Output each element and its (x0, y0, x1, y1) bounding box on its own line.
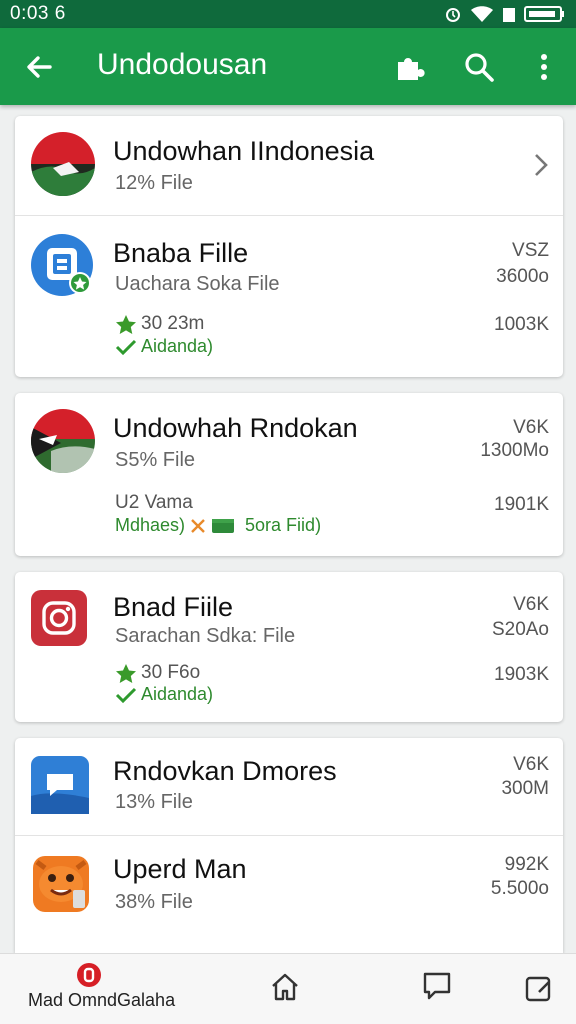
item-status: Mdhaes) 5ora Fiid) (115, 515, 322, 535)
item-name: Undowhan IIndonesia (113, 136, 375, 166)
item-status: Aidanda) (115, 684, 213, 705)
edit-box-icon[interactable] (523, 972, 555, 1004)
list-item[interactable]: Rndovkan Dmores 13% File V6K 300M (15, 738, 563, 835)
home-icon[interactable] (269, 971, 301, 1003)
item-subtitle: 38% File (115, 891, 193, 913)
item-size: 3600o (496, 266, 549, 287)
item-size: 5.500o (490, 878, 549, 899)
item-subtitle: 12% File (115, 172, 193, 194)
list-item[interactable]: Bnaba Fille Uachara Soka File VSZ 3600o … (15, 215, 563, 377)
item-meta-top: VSZ (512, 240, 549, 261)
item-meta-top: V6K (513, 594, 549, 615)
card-3[interactable]: Bnad Fiile Sarachan Sdka: File V6K S20Ao… (15, 572, 563, 722)
chat-icon (31, 756, 89, 814)
bottom-nav: Mad OmndGalaha (0, 953, 576, 1024)
star-icon (116, 315, 136, 334)
search-icon[interactable] (462, 50, 496, 84)
card-2[interactable]: Undowhah Rndokan S5% File V6K 1300Mo U2 … (15, 393, 563, 556)
instagram-icon (31, 590, 87, 646)
item-size: 300M (501, 778, 549, 799)
status-time: 0:03 6 (10, 3, 66, 24)
app-bar: Undodousan (0, 28, 576, 105)
item-name: Bnaba Fille (113, 238, 249, 268)
more-vert-icon[interactable] (527, 50, 561, 84)
check-icon (115, 339, 137, 355)
check-icon (115, 687, 137, 703)
page-title: Undodousan (97, 48, 268, 81)
wifi-icon (471, 6, 493, 22)
item-size: S20Ao (491, 619, 549, 640)
puzzle-icon[interactable] (392, 50, 426, 84)
mascot-icon (33, 856, 89, 912)
close-icon (191, 518, 205, 533)
item-name: Undowhah Rndokan (113, 413, 358, 443)
item-subtitle: Uachara Soka File (115, 273, 280, 295)
item-meta-bottom: 1003K (494, 314, 549, 335)
card-1: Undowhan IIndonesia 12% File Bnaba Fille… (15, 116, 563, 377)
item-meta-top: V6K (513, 417, 549, 438)
flag-icon (31, 409, 95, 473)
list-item[interactable]: Undowhan IIndonesia 12% File (15, 116, 563, 215)
card-4: Rndovkan Dmores 13% File V6K 300M Uperd … (15, 738, 563, 953)
sim-icon (503, 8, 515, 22)
item-subtitle: 13% File (115, 791, 193, 813)
battery-icon (524, 6, 564, 22)
item-size: 1300Mo (480, 440, 549, 461)
item-name: Bnad Fiile (113, 592, 234, 622)
file-app-icon (31, 234, 93, 296)
notification-badge-icon[interactable] (76, 962, 102, 988)
item-meta-top: 992K (504, 854, 549, 875)
status-bar: 0:03 6 (0, 0, 576, 28)
item-meta-bottom: 1903K (494, 664, 549, 685)
chat-bubble-icon[interactable] (421, 970, 453, 1002)
item-name: Uperd Man (113, 854, 247, 884)
item-status: Aidanda) (115, 336, 213, 357)
list-item[interactable]: Uperd Man 38% File 992K 5.500o (15, 835, 563, 936)
status-icons (444, 5, 564, 23)
folder-icon (212, 518, 235, 533)
item-meta-top: V6K (513, 754, 549, 775)
item-subtitle: Sarachan Sdka: File (115, 625, 296, 647)
item-subtitle: S5% File (115, 449, 196, 471)
back-arrow-icon[interactable] (22, 50, 56, 84)
flag-icon (31, 132, 95, 196)
chevron-right-icon[interactable] (533, 152, 549, 178)
nav-label[interactable]: Mad OmndGalaha (28, 990, 175, 1011)
item-meta-bottom: 1901K (494, 494, 549, 515)
star-icon (116, 664, 136, 683)
item-detail: 30 23m (115, 313, 204, 335)
item-name: Rndovkan Dmores (113, 756, 337, 786)
alarm-icon (446, 8, 460, 22)
item-detail: 30 F6o (115, 662, 200, 684)
item-detail: U2 Vama (115, 492, 193, 513)
